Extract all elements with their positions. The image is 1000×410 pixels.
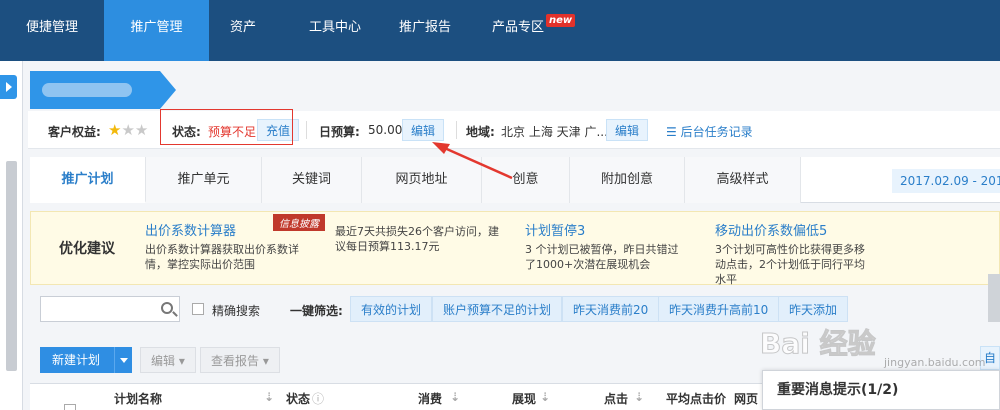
suggestion-body: 3个计划可高性价比获得更多移动点击，2个计划低于同行平均水平 bbox=[715, 243, 865, 286]
date-range-picker[interactable]: 2017.02.09 - 2017 bbox=[892, 169, 1000, 193]
quick-filter-label: 一键筛选: bbox=[290, 304, 343, 318]
region-edit-button[interactable]: 编辑 bbox=[606, 119, 649, 141]
column-impressions[interactable]: 展现 bbox=[512, 390, 536, 407]
left-sidebar bbox=[0, 61, 23, 410]
tab-advanced-styles[interactable]: 高级样式 bbox=[685, 157, 801, 203]
sort-icon[interactable]: ⇣ bbox=[450, 390, 460, 404]
tab-units[interactable]: 推广单元 bbox=[146, 157, 262, 203]
nav-item-quick-manage[interactable]: 便捷管理 bbox=[0, 0, 104, 61]
nav-item-tools[interactable]: 工具中心 bbox=[290, 0, 380, 61]
rights-label: 客户权益: bbox=[48, 125, 101, 139]
tab-extra-creatives[interactable]: 附加创意 bbox=[570, 157, 685, 203]
precise-search-checkbox[interactable] bbox=[192, 303, 204, 315]
sort-icon[interactable]: ⇣ bbox=[634, 390, 644, 404]
tab-plans[interactable]: 推广计划 bbox=[30, 157, 146, 203]
filter-budget-insufficient[interactable]: 账户预算不足的计划 bbox=[432, 296, 563, 322]
suggestion-body: 出价系数计算器获取出价系数详情，掌控实际出价范围 bbox=[145, 243, 299, 271]
column-spend[interactable]: 消费 bbox=[418, 390, 442, 407]
baidu-jingyan-watermark: Bai 经验 bbox=[760, 327, 877, 361]
divider bbox=[456, 121, 457, 139]
edit-label: 编辑 bbox=[151, 354, 176, 368]
rights-stars: ★★★ bbox=[108, 121, 148, 139]
view-report-label: 查看报告 bbox=[211, 354, 260, 368]
edit-dropdown-button[interactable]: 编辑 ▾ bbox=[140, 347, 196, 373]
expand-sidebar-icon[interactable] bbox=[0, 75, 17, 99]
new-plan-button[interactable]: 新建计划 bbox=[40, 347, 132, 373]
column-plan-name[interactable]: 计划名称 bbox=[114, 390, 162, 407]
filter-top20-spend[interactable]: 昨天消费前20 bbox=[562, 296, 660, 322]
column-clicks[interactable]: 点击 bbox=[604, 390, 628, 407]
divider bbox=[306, 121, 307, 139]
daily-budget-value: 50.00 bbox=[368, 123, 403, 137]
top-navigation: 便捷管理 推广管理 资产 工具中心 推广报告 产品专区 new bbox=[0, 0, 1000, 61]
list-icon: ☰ bbox=[666, 125, 677, 139]
star-icon-2: ★ bbox=[121, 121, 135, 139]
nav-item-promotion-manage[interactable]: 推广管理 bbox=[104, 0, 209, 61]
help-icon[interactable]: ⓘ bbox=[312, 390, 324, 407]
sidebar-scrollbar[interactable] bbox=[6, 161, 17, 371]
optimization-suggestions: 优化建议 信息披露 出价系数计算器 出价系数计算器获取出价系数详情，掌控实际出价… bbox=[30, 211, 1000, 287]
nav-item-products[interactable]: 产品专区 bbox=[478, 0, 558, 61]
suggestion-mobile-bid[interactable]: 移动出价系数偏低5 3个计划可高性价比获得更多移动点击，2个计划低于同行平均水平 bbox=[715, 220, 875, 287]
status-highlight-box bbox=[160, 109, 293, 145]
suggestion-head[interactable]: 移动出价系数偏低5 bbox=[715, 220, 875, 239]
suggestion-paused-plans[interactable]: 计划暂停3 3 个计划已被暂停，昨日共错过了1000+次潜在展现机会 bbox=[525, 220, 685, 272]
budget-edit-button[interactable]: 编辑 bbox=[402, 119, 445, 141]
important-message-popup[interactable]: 重要消息提示(1/2) bbox=[762, 370, 1000, 410]
daily-budget-label: 日预算: bbox=[319, 125, 360, 139]
nav-item-reports[interactable]: 推广报告 bbox=[385, 0, 465, 61]
tab-keywords[interactable]: 关键词 bbox=[262, 157, 362, 203]
view-report-button[interactable]: 查看报告 ▾ bbox=[200, 347, 280, 373]
search-input[interactable] bbox=[40, 296, 180, 322]
search-icon[interactable] bbox=[161, 302, 173, 314]
suggestions-title: 优化建议 bbox=[59, 241, 115, 257]
filter-active-plans[interactable]: 有效的计划 bbox=[350, 296, 433, 322]
sort-icon[interactable]: ⇣ bbox=[264, 390, 274, 404]
tab-creatives[interactable]: 创意 bbox=[482, 157, 570, 203]
region-value: 北京 上海 天津 广... bbox=[501, 125, 608, 139]
blurred-account-name bbox=[42, 83, 132, 97]
suggestion-head[interactable]: 计划暂停3 bbox=[525, 220, 685, 239]
new-badge: new bbox=[546, 14, 576, 27]
filter-added-yesterday[interactable]: 昨天添加 bbox=[778, 296, 849, 322]
suggestion-bid-calculator[interactable]: 出价系数计算器 出价系数计算器获取出价系数详情，掌控实际出价范围 bbox=[145, 220, 305, 272]
suggestion-budget[interactable]: 最近7天共损失26个客户访问，建议每日预算113.17元 bbox=[335, 224, 505, 254]
star-icon-1: ★ bbox=[108, 121, 122, 139]
region-label: 地域: bbox=[466, 125, 495, 139]
account-name-flag bbox=[30, 71, 176, 109]
sort-icon[interactable]: ⇣ bbox=[540, 390, 550, 404]
new-plan-label: 新建计划 bbox=[52, 353, 101, 367]
watermark-url: jingyan.baidu.com bbox=[884, 356, 986, 369]
tab-bar: 推广计划 推广单元 关键词 网页地址 创意 附加创意 高级样式 2017.02.… bbox=[30, 157, 1000, 203]
nav-item-assets[interactable]: 资产 bbox=[209, 0, 277, 61]
suggestion-head[interactable]: 出价系数计算器 bbox=[145, 220, 305, 239]
suggestion-body: 3 个计划已被暂停，昨日共错过了1000+次潜在展现机会 bbox=[525, 243, 679, 271]
suggestion-body: 最近7天共损失26个客户访问，建议每日预算113.17元 bbox=[335, 225, 499, 253]
column-status[interactable]: 状态 bbox=[286, 390, 310, 407]
task-log-link[interactable]: ☰ 后台任务记录 bbox=[666, 123, 753, 140]
filter-top10-spend-rise[interactable]: 昨天消费升高前10 bbox=[658, 296, 780, 322]
popup-title: 重要消息提示(1/2) bbox=[777, 382, 899, 398]
chevron-down-icon[interactable] bbox=[114, 347, 132, 373]
column-webpage[interactable]: 网页 bbox=[734, 390, 758, 407]
column-avg-click-price[interactable]: 平均点击价 bbox=[666, 390, 726, 407]
select-all-checkbox[interactable] bbox=[64, 404, 76, 410]
right-scrollbar[interactable] bbox=[988, 274, 1000, 322]
star-icon-3: ★ bbox=[134, 121, 149, 139]
precise-search-label: 精确搜索 bbox=[212, 304, 261, 318]
tab-urls[interactable]: 网页地址 bbox=[362, 157, 482, 203]
task-log-label: 后台任务记录 bbox=[680, 125, 753, 139]
